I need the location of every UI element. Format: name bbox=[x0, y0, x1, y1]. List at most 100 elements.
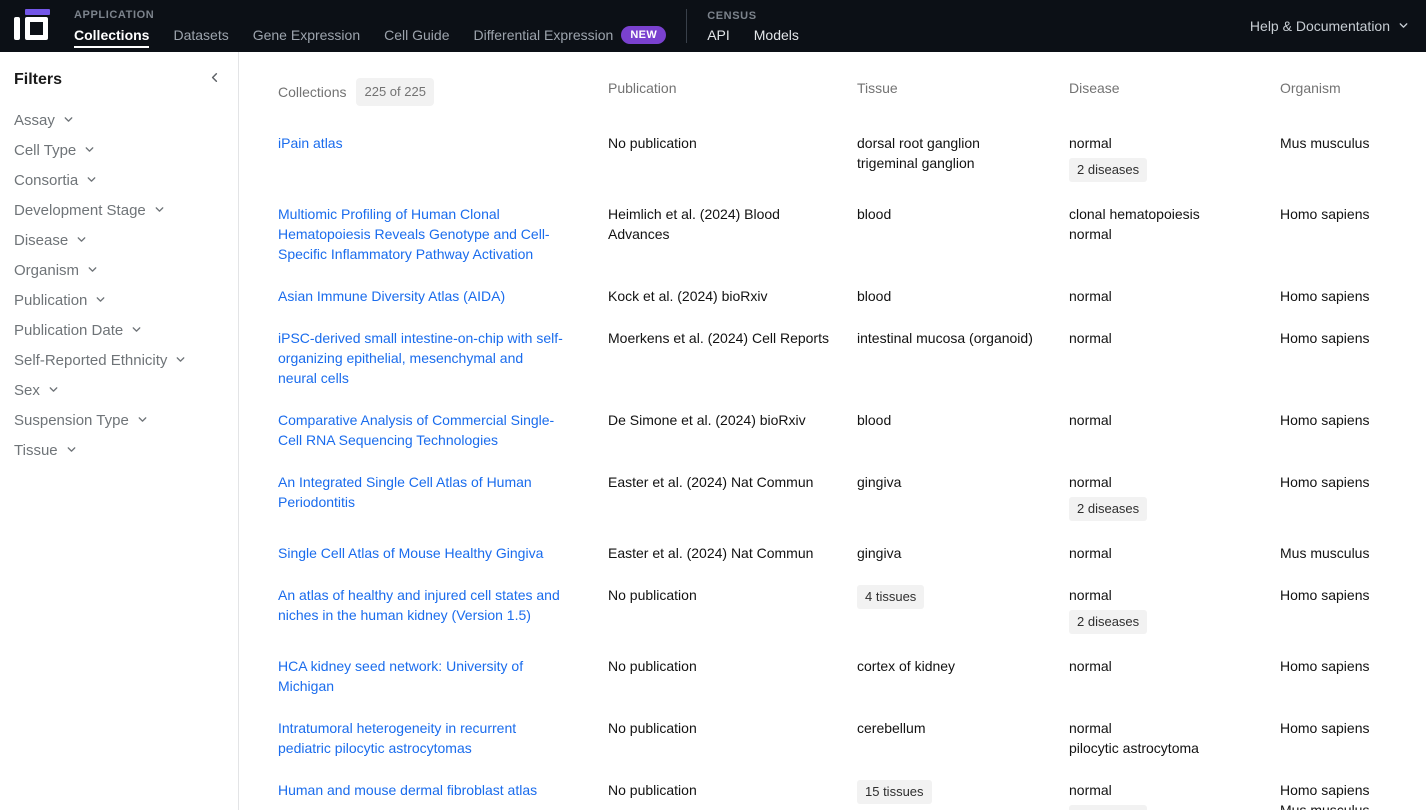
nav-differential-expression[interactable]: Differential Expression NEW bbox=[474, 26, 667, 44]
tissue-cell: 4 tissues bbox=[857, 585, 1069, 634]
table-row: Human and mouse dermal fibroblast atlasN… bbox=[278, 769, 1426, 810]
tissue-cell: intestinal mucosa (organoid) bbox=[857, 328, 1069, 388]
disease-cell: normal bbox=[1069, 410, 1280, 450]
table-row: HCA kidney seed network: University of M… bbox=[278, 645, 1426, 707]
organism-cell-value: Mus musculus bbox=[1280, 543, 1410, 563]
publication-cell: No publication bbox=[608, 656, 857, 696]
nav-api[interactable]: API bbox=[707, 27, 730, 43]
nav-cell-guide[interactable]: Cell Guide bbox=[384, 27, 449, 43]
publication-cell: Easter et al. (2024) Nat Commun bbox=[608, 543, 857, 563]
table-header-row: Collections 225 of 225 Publication Tissu… bbox=[278, 78, 1426, 106]
organism-cell-value: Homo sapiens bbox=[1280, 656, 1410, 676]
table-row: iPain atlasNo publicationdorsal root gan… bbox=[278, 122, 1426, 193]
filter-label: Sex bbox=[14, 382, 40, 399]
filter-label: Publication Date bbox=[14, 322, 123, 339]
collection-link[interactable]: An atlas of healthy and injured cell sta… bbox=[278, 587, 560, 623]
publication-cell: Moerkens et al. (2024) Cell Reports bbox=[608, 328, 857, 388]
nav-gene-expression[interactable]: Gene Expression bbox=[253, 27, 360, 43]
tissue-cell-value: gingiva bbox=[857, 543, 1053, 563]
filter-cell-type[interactable]: Cell Type bbox=[14, 135, 224, 165]
filter-label: Self-Reported Ethnicity bbox=[14, 352, 167, 369]
collections-table: Collections 225 of 225 Publication Tissu… bbox=[239, 52, 1426, 810]
disease-cell-value: pilocytic astrocytoma bbox=[1069, 738, 1264, 758]
disease-cell-value: normal bbox=[1069, 543, 1264, 563]
filter-label: Assay bbox=[14, 112, 55, 129]
disease-cell-value: normal bbox=[1069, 224, 1264, 244]
organism-cell: Homo sapiens bbox=[1280, 286, 1426, 306]
nav-datasets[interactable]: Datasets bbox=[173, 27, 228, 43]
table-title: Collections bbox=[278, 82, 346, 102]
tissue-cell-value: blood bbox=[857, 410, 1053, 430]
organism-cell: Homo sapiens bbox=[1280, 718, 1426, 758]
publication-cell: No publication bbox=[608, 133, 857, 182]
filter-list: Assay Cell Type ConsortiaDevelopment Stage… bbox=[14, 105, 224, 465]
publication-cell: Heimlich et al. (2024) Blood Advances bbox=[608, 204, 857, 264]
collection-link[interactable]: iPSC-derived small intestine-on-chip wit… bbox=[278, 330, 563, 386]
chevron-down-icon bbox=[153, 201, 166, 220]
collection-link[interactable]: Asian Immune Diversity Atlas (AIDA) bbox=[278, 288, 505, 304]
chevron-down-icon bbox=[62, 111, 75, 130]
count-pill: 15 tissues bbox=[857, 780, 932, 804]
filter-development-stage[interactable]: Development Stage bbox=[14, 195, 224, 225]
tissue-cell-value: blood bbox=[857, 204, 1053, 224]
nav-models[interactable]: Models bbox=[754, 27, 799, 43]
publication-cell: De Simone et al. (2024) bioRxiv bbox=[608, 410, 857, 450]
count-pill: 4 tissues bbox=[857, 585, 924, 609]
organism-cell: Homo sapiensMus musculus bbox=[1280, 780, 1426, 810]
filter-label: Cell Type bbox=[14, 142, 76, 159]
filter-suspension-type[interactable]: Suspension Type bbox=[14, 405, 224, 435]
filter-publication[interactable]: Publication bbox=[14, 285, 224, 315]
sidebar-collapse-button[interactable] bbox=[205, 68, 224, 92]
census-nav-group: CENSUS APIModels bbox=[707, 0, 799, 52]
filter-organism[interactable]: Organism bbox=[14, 255, 224, 285]
help-documentation-menu[interactable]: Help & Documentation bbox=[1250, 17, 1410, 35]
organism-cell-value: Homo sapiens bbox=[1280, 204, 1410, 224]
organism-cell: Homo sapiens bbox=[1280, 410, 1426, 450]
filter-sex[interactable]: Sex bbox=[14, 375, 224, 405]
collection-link[interactable]: HCA kidney seed network: University of M… bbox=[278, 658, 523, 694]
tissue-cell: blood bbox=[857, 204, 1069, 264]
application-label: APPLICATION bbox=[74, 9, 666, 21]
organism-cell: Homo sapiens bbox=[1280, 328, 1426, 388]
tissue-cell-value: cortex of kidney bbox=[857, 656, 1053, 676]
collection-link[interactable]: Intratumoral heterogeneity in recurrent … bbox=[278, 720, 516, 756]
disease-cell-value: normal bbox=[1069, 133, 1264, 153]
census-nav: API Models bbox=[707, 27, 799, 43]
disease-cell-value: normal bbox=[1069, 472, 1264, 492]
table-row: An Integrated Single Cell Atlas of Human… bbox=[278, 461, 1426, 532]
nav-collections[interactable]: Collections bbox=[74, 27, 149, 48]
chevron-down-icon bbox=[85, 171, 98, 190]
collection-link[interactable]: iPain atlas bbox=[278, 135, 343, 151]
cellxgene-logo[interactable] bbox=[14, 9, 50, 43]
collection-link[interactable]: Comparative Analysis of Commercial Singl… bbox=[278, 412, 554, 448]
collection-link[interactable]: Single Cell Atlas of Mouse Healthy Gingi… bbox=[278, 545, 543, 561]
filter-assay[interactable]: Assay bbox=[14, 105, 224, 135]
tissue-cell: blood bbox=[857, 410, 1069, 450]
table-row: Asian Immune Diversity Atlas (AIDA)Kock … bbox=[278, 275, 1426, 317]
collection-link[interactable]: Human and mouse dermal fibroblast atlas bbox=[278, 782, 537, 798]
header-divider bbox=[686, 9, 687, 43]
filter-self-reported-ethnicity[interactable]: Self-Reported Ethnicity bbox=[14, 345, 224, 375]
collection-link[interactable]: Multiomic Profiling of Human Clonal Hema… bbox=[278, 206, 550, 262]
filter-disease[interactable]: Disease bbox=[14, 225, 224, 255]
disease-cell: normal2 diseases bbox=[1069, 133, 1280, 182]
filters-title: Filters bbox=[14, 71, 62, 89]
new-badge: NEW bbox=[621, 26, 666, 44]
disease-cell-value: clonal hematopoiesis bbox=[1069, 204, 1264, 224]
tissue-cell-value: gingiva bbox=[857, 472, 1053, 492]
collection-link[interactable]: An Integrated Single Cell Atlas of Human… bbox=[278, 474, 532, 510]
filter-label: Tissue bbox=[14, 442, 58, 459]
organism-cell-value: Homo sapiens bbox=[1280, 286, 1410, 306]
filter-tissue[interactable]: Tissue bbox=[14, 435, 224, 465]
disease-cell-value: normal bbox=[1069, 410, 1264, 430]
filter-consortia[interactable]: Consortia bbox=[14, 165, 224, 195]
filter-publication-date[interactable]: Publication Date bbox=[14, 315, 224, 345]
collection-name-cell: Single Cell Atlas of Mouse Healthy Gingi… bbox=[278, 543, 608, 563]
nav-label: Gene Expression bbox=[253, 27, 360, 43]
table-row: An atlas of healthy and injured cell sta… bbox=[278, 574, 1426, 645]
count-pill: 2 diseases bbox=[1069, 497, 1147, 521]
collection-name-cell: Asian Immune Diversity Atlas (AIDA) bbox=[278, 286, 608, 306]
chevron-down-icon bbox=[47, 381, 60, 400]
nav-label: Differential Expression bbox=[474, 27, 614, 43]
disease-cell-value: normal bbox=[1069, 585, 1264, 605]
